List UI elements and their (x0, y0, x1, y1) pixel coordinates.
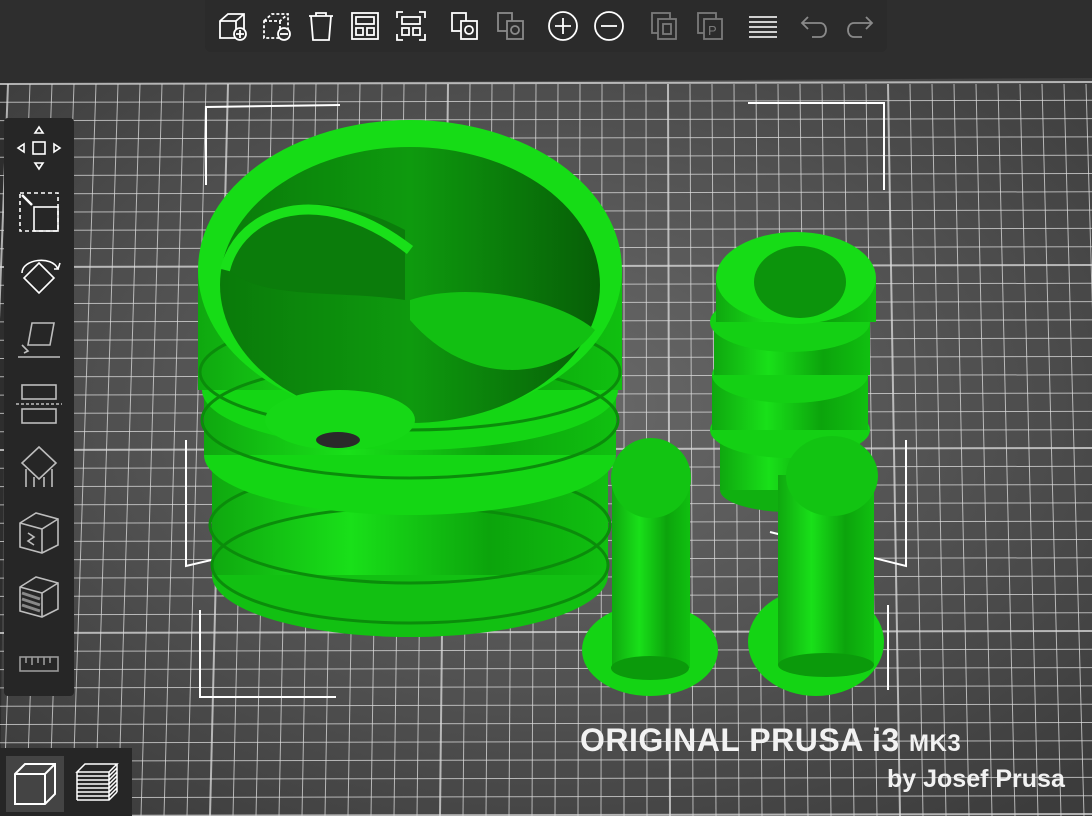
delete-button[interactable] (303, 8, 339, 44)
copy-button[interactable] (447, 8, 483, 44)
support-tool[interactable] (12, 440, 66, 496)
left-tool-sidebar (4, 118, 74, 696)
layers-icon (749, 16, 777, 38)
remove-object-button[interactable] (259, 8, 295, 44)
3d-viewport[interactable] (0, 0, 1092, 816)
redo-button[interactable] (841, 8, 877, 44)
group-icon (651, 12, 677, 40)
undo-button[interactable] (797, 8, 833, 44)
add-instance-button[interactable] (545, 8, 581, 44)
svg-text:P: P (708, 23, 717, 38)
remove-instance-button[interactable] (591, 8, 627, 44)
part-button[interactable]: P (693, 8, 729, 44)
measure-tool[interactable] (12, 636, 66, 692)
ruler-icon (19, 656, 59, 672)
layers-stack-icon (75, 763, 119, 801)
undo-icon (800, 16, 827, 38)
infill-icon (19, 576, 59, 618)
top-toolbar: P (205, 0, 887, 52)
infill-tool[interactable] (12, 568, 66, 624)
layers-button[interactable] (745, 8, 781, 44)
select-all-icon (396, 11, 426, 41)
copy-icon (451, 12, 478, 40)
layer-view-button[interactable] (68, 756, 126, 812)
paste-icon (497, 12, 524, 40)
move-arrows-icon (16, 125, 62, 171)
cube-icon (14, 763, 56, 805)
group-button[interactable] (647, 8, 683, 44)
support-icon (20, 445, 58, 487)
place-on-face-icon (18, 322, 60, 358)
bed-model: MK3 (909, 730, 962, 757)
paste-button[interactable] (493, 8, 529, 44)
bed-branding: ORIGINAL PRUSA i3 MK3 by Josef Prusa (580, 722, 1092, 802)
seam-icon (19, 512, 59, 554)
scale-icon (19, 192, 59, 232)
model-large-cylinder[interactable] (198, 120, 622, 637)
cut-tool[interactable] (12, 376, 66, 432)
minus-circle-icon (594, 11, 624, 41)
trash-icon (309, 12, 333, 41)
bed-brand-title: ORIGINAL PRUSA i3 MK3 (580, 722, 961, 759)
redo-icon (847, 16, 874, 38)
bed-author: by Josef Prusa (887, 765, 1065, 793)
part-icon: P (697, 12, 723, 40)
rotate-tool[interactable] (12, 248, 66, 304)
cut-icon (16, 384, 62, 424)
add-object-button[interactable] (215, 8, 251, 44)
remove-object-icon (263, 13, 291, 41)
arrange-icon (351, 12, 379, 40)
plus-circle-icon (548, 11, 578, 41)
view-switcher (0, 748, 132, 816)
bed-brand: ORIGINAL PRUSA i3 (580, 722, 900, 758)
3d-view-button[interactable] (6, 756, 64, 812)
select-all-button[interactable] (393, 8, 429, 44)
rotate-icon (21, 259, 61, 295)
scale-tool[interactable] (12, 184, 66, 240)
seam-tool[interactable] (12, 504, 66, 560)
move-tool[interactable] (12, 120, 66, 176)
arrange-button[interactable] (347, 8, 383, 44)
add-object-icon (219, 13, 247, 41)
place-on-face-tool[interactable] (12, 312, 66, 368)
